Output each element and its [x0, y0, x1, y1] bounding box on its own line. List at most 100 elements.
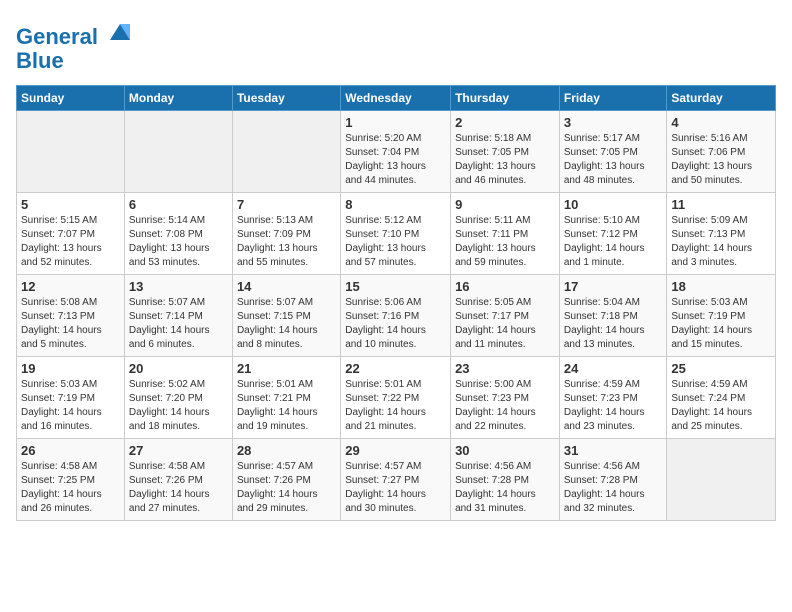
day-info: Sunrise: 5:12 AMSunset: 7:10 PMDaylight:… — [345, 214, 446, 270]
calendar-cell: 16 Sunrise: 5:05 AMSunset: 7:17 PMDayligh… — [451, 275, 560, 357]
calendar-cell: 19 Sunrise: 5:03 AMSunset: 7:19 PMDayligh… — [17, 357, 125, 439]
calendar-cell: 21 Sunrise: 5:01 AMSunset: 7:21 PMDayligh… — [232, 357, 340, 439]
day-number: 30 — [455, 443, 555, 458]
calendar-cell: 3 Sunrise: 5:17 AMSunset: 7:05 PMDaylight… — [559, 111, 667, 193]
day-info: Sunrise: 5:03 AMSunset: 7:19 PMDaylight:… — [21, 378, 120, 434]
day-info: Sunrise: 5:06 AMSunset: 7:16 PMDaylight:… — [345, 296, 446, 352]
week-row-3: 19 Sunrise: 5:03 AMSunset: 7:19 PMDayligh… — [17, 357, 776, 439]
calendar-cell: 24 Sunrise: 4:59 AMSunset: 7:23 PMDayligh… — [559, 357, 667, 439]
header-sunday: Sunday — [17, 86, 125, 111]
day-info: Sunrise: 4:56 AMSunset: 7:28 PMDaylight:… — [564, 460, 663, 516]
day-info: Sunrise: 5:20 AMSunset: 7:04 PMDaylight:… — [345, 132, 446, 188]
day-info: Sunrise: 5:02 AMSunset: 7:20 PMDaylight:… — [129, 378, 228, 434]
calendar-cell: 14 Sunrise: 5:07 AMSunset: 7:15 PMDayligh… — [232, 275, 340, 357]
calendar-cell: 7Sunrise: 5:13 AMSunset: 7:09 PMDaylight… — [232, 193, 340, 275]
day-number: 16 — [455, 279, 555, 294]
day-number: 22 — [345, 361, 446, 376]
day-info: Sunrise: 5:07 AMSunset: 7:15 PMDaylight:… — [237, 296, 336, 352]
day-info: Sunrise: 5:07 AMSunset: 7:14 PMDaylight:… — [129, 296, 228, 352]
calendar-cell: 18 Sunrise: 5:03 AMSunset: 7:19 PMDayligh… — [667, 275, 776, 357]
calendar-cell: 13 Sunrise: 5:07 AMSunset: 7:14 PMDayligh… — [124, 275, 232, 357]
day-number: 28 — [237, 443, 336, 458]
calendar-cell: 12 Sunrise: 5:08 AMSunset: 7:13 PMDayligh… — [17, 275, 125, 357]
day-number: 31 — [564, 443, 663, 458]
day-info: Sunrise: 4:59 AMSunset: 7:24 PMDaylight:… — [671, 378, 771, 434]
day-info: Sunrise: 4:59 AMSunset: 7:23 PMDaylight:… — [564, 378, 663, 434]
calendar-cell: 22 Sunrise: 5:01 AMSunset: 7:22 PMDayligh… — [341, 357, 451, 439]
day-number: 10 — [564, 197, 663, 212]
day-info: Sunrise: 5:11 AMSunset: 7:11 PMDaylight:… — [455, 214, 555, 270]
calendar-cell: 20 Sunrise: 5:02 AMSunset: 7:20 PMDayligh… — [124, 357, 232, 439]
header-thursday: Thursday — [451, 86, 560, 111]
day-number: 11 — [671, 197, 771, 212]
calendar-cell — [124, 111, 232, 193]
calendar-cell: 31 Sunrise: 4:56 AMSunset: 7:28 PMDayligh… — [559, 439, 667, 521]
calendar-header-row: SundayMondayTuesdayWednesdayThursdayFrid… — [17, 86, 776, 111]
day-info: Sunrise: 5:15 AMSunset: 7:07 PMDaylight:… — [21, 214, 120, 270]
day-info: Sunrise: 5:08 AMSunset: 7:13 PMDaylight:… — [21, 296, 120, 352]
day-info: Sunrise: 5:17 AMSunset: 7:05 PMDaylight:… — [564, 132, 663, 188]
day-number: 13 — [129, 279, 228, 294]
day-number: 5 — [21, 197, 120, 212]
day-number: 1 — [345, 115, 446, 130]
day-number: 17 — [564, 279, 663, 294]
calendar-cell: 4 Sunrise: 5:16 AMSunset: 7:06 PMDaylight… — [667, 111, 776, 193]
day-info: Sunrise: 5:09 AMSunset: 7:13 PMDaylight:… — [671, 214, 771, 270]
header-friday: Friday — [559, 86, 667, 111]
day-number: 8 — [345, 197, 446, 212]
day-info: Sunrise: 5:14 AMSunset: 7:08 PMDaylight:… — [129, 214, 228, 270]
calendar-cell: 30 Sunrise: 4:56 AMSunset: 7:28 PMDayligh… — [451, 439, 560, 521]
day-info: Sunrise: 4:58 AMSunset: 7:25 PMDaylight:… — [21, 460, 120, 516]
day-info: Sunrise: 5:03 AMSunset: 7:19 PMDaylight:… — [671, 296, 771, 352]
day-number: 9 — [455, 197, 555, 212]
calendar-cell — [17, 111, 125, 193]
header-tuesday: Tuesday — [232, 86, 340, 111]
day-info: Sunrise: 4:57 AMSunset: 7:26 PMDaylight:… — [237, 460, 336, 516]
calendar-cell: 8 Sunrise: 5:12 AMSunset: 7:10 PMDaylight… — [341, 193, 451, 275]
logo-icon — [106, 16, 134, 44]
calendar-cell: 17Sunrise: 5:04 AMSunset: 7:18 PMDayligh… — [559, 275, 667, 357]
day-info: Sunrise: 5:10 AMSunset: 7:12 PMDaylight:… — [564, 214, 663, 270]
calendar-cell: 10 Sunrise: 5:10 AMSunset: 7:12 PMDayligh… — [559, 193, 667, 275]
day-number: 19 — [21, 361, 120, 376]
day-number: 14 — [237, 279, 336, 294]
page-header: General Blue — [16, 16, 776, 73]
day-info: Sunrise: 5:01 AMSunset: 7:21 PMDaylight:… — [237, 378, 336, 434]
day-info: Sunrise: 4:56 AMSunset: 7:28 PMDaylight:… — [455, 460, 555, 516]
calendar-cell: 11 Sunrise: 5:09 AMSunset: 7:13 PMDayligh… — [667, 193, 776, 275]
day-info: Sunrise: 5:16 AMSunset: 7:06 PMDaylight:… — [671, 132, 771, 188]
day-info: Sunrise: 4:58 AMSunset: 7:26 PMDaylight:… — [129, 460, 228, 516]
day-info: Sunrise: 5:01 AMSunset: 7:22 PMDaylight:… — [345, 378, 446, 434]
calendar-cell: 28 Sunrise: 4:57 AMSunset: 7:26 PMDayligh… — [232, 439, 340, 521]
day-number: 27 — [129, 443, 228, 458]
logo-text: General — [16, 16, 134, 49]
calendar-cell: 6 Sunrise: 5:14 AMSunset: 7:08 PMDaylight… — [124, 193, 232, 275]
day-number: 21 — [237, 361, 336, 376]
header-wednesday: Wednesday — [341, 86, 451, 111]
day-number: 3 — [564, 115, 663, 130]
calendar-table: SundayMondayTuesdayWednesdayThursdayFrid… — [16, 85, 776, 521]
calendar-cell: 15 Sunrise: 5:06 AMSunset: 7:16 PMDayligh… — [341, 275, 451, 357]
day-number: 6 — [129, 197, 228, 212]
header-monday: Monday — [124, 86, 232, 111]
week-row-2: 12 Sunrise: 5:08 AMSunset: 7:13 PMDayligh… — [17, 275, 776, 357]
day-number: 24 — [564, 361, 663, 376]
calendar-cell: 27 Sunrise: 4:58 AMSunset: 7:26 PMDayligh… — [124, 439, 232, 521]
calendar-cell — [232, 111, 340, 193]
day-number: 18 — [671, 279, 771, 294]
day-number: 15 — [345, 279, 446, 294]
day-info: Sunrise: 5:00 AMSunset: 7:23 PMDaylight:… — [455, 378, 555, 434]
week-row-0: 1 Sunrise: 5:20 AMSunset: 7:04 PMDaylight… — [17, 111, 776, 193]
calendar-cell: 23Sunrise: 5:00 AMSunset: 7:23 PMDayligh… — [451, 357, 560, 439]
calendar-cell — [667, 439, 776, 521]
day-info: Sunrise: 5:05 AMSunset: 7:17 PMDaylight:… — [455, 296, 555, 352]
day-number: 4 — [671, 115, 771, 130]
day-info: Sunrise: 5:13 AMSunset: 7:09 PMDaylight:… — [237, 214, 336, 270]
week-row-4: 26Sunrise: 4:58 AMSunset: 7:25 PMDayligh… — [17, 439, 776, 521]
calendar-cell: 29 Sunrise: 4:57 AMSunset: 7:27 PMDayligh… — [341, 439, 451, 521]
day-number: 29 — [345, 443, 446, 458]
day-number: 12 — [21, 279, 120, 294]
logo: General Blue — [16, 16, 134, 73]
day-number: 20 — [129, 361, 228, 376]
day-info: Sunrise: 4:57 AMSunset: 7:27 PMDaylight:… — [345, 460, 446, 516]
